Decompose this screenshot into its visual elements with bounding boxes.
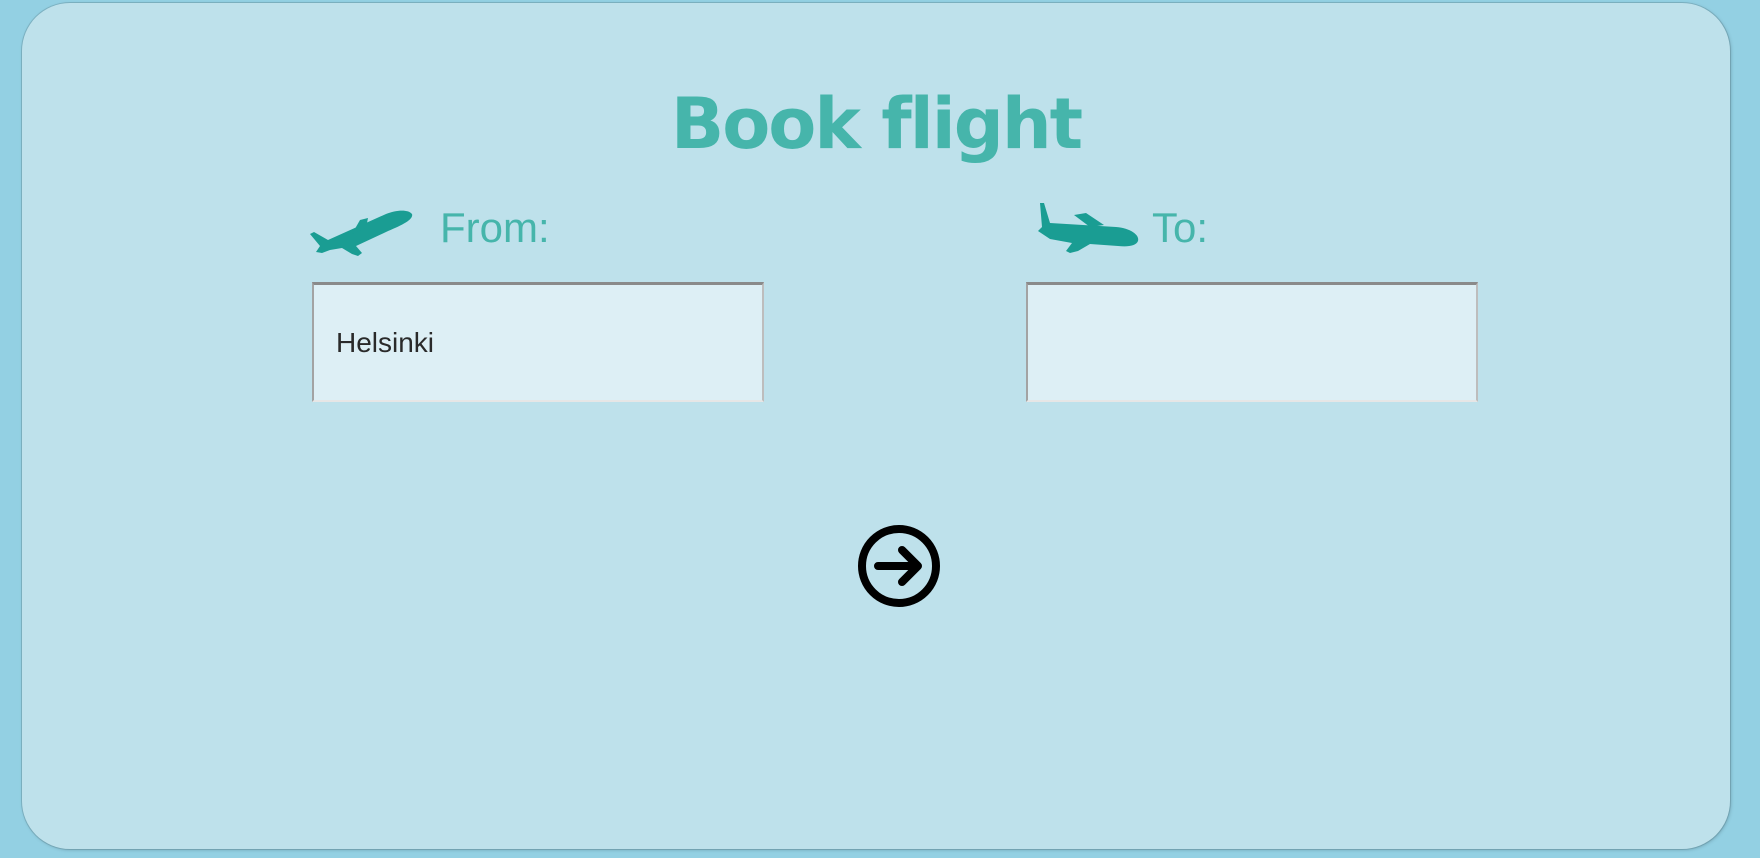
plane-takeoff-icon	[310, 210, 413, 256]
to-input[interactable]	[1026, 282, 1478, 402]
submit-button[interactable]	[856, 523, 942, 609]
from-input[interactable]	[312, 282, 764, 402]
page-title: Book flight	[670, 83, 1083, 165]
plane-landing-icon	[1038, 203, 1139, 253]
from-label: From:	[440, 204, 550, 251]
to-label: To:	[1152, 204, 1209, 251]
arrow-right-circle-icon	[858, 525, 940, 607]
booking-panel: Book flight From: To:	[22, 3, 1730, 849]
